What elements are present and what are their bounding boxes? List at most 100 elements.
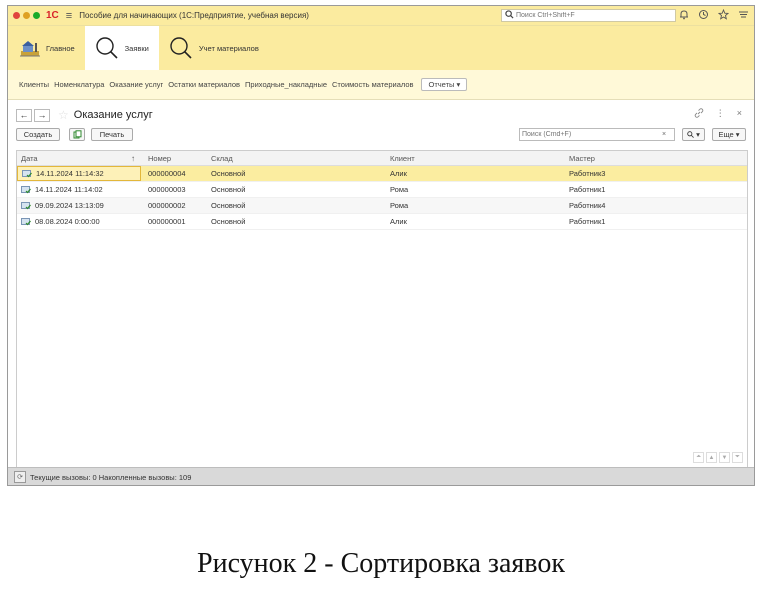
document-posted-icon xyxy=(22,169,32,178)
column-header-master[interactable]: Мастер xyxy=(562,154,742,163)
title-bar: 1С ≡ Пособие для начинающих (1С:Предприя… xyxy=(8,6,754,25)
close-icon[interactable]: × xyxy=(737,108,742,120)
server-calls-icon[interactable]: ⟳ xyxy=(14,471,26,483)
number-cell: 000000004 xyxy=(148,169,186,178)
table-row[interactable]: 08.08.2024 0:00:00 000000001 Основной Ал… xyxy=(17,214,747,230)
app-window: 1С ≡ Пособие для начинающих (1С:Предприя… xyxy=(7,5,755,486)
create-button[interactable]: Создать xyxy=(16,128,60,141)
services-form: ← → ☆ Оказание услуг ⋮ × Создать Печать … xyxy=(8,100,754,468)
master-cell: Работник1 xyxy=(569,185,606,194)
number-cell: 000000001 xyxy=(148,217,186,226)
master-cell: Работник1 xyxy=(569,217,606,226)
number-cell: 000000002 xyxy=(148,201,186,210)
titlebar-icons xyxy=(679,8,749,23)
client-cell: Рома xyxy=(390,185,409,194)
global-search-input[interactable] xyxy=(516,12,666,19)
form-actions: ⋮ × xyxy=(694,108,742,120)
func-link-material-cost[interactable]: Стоимость материалов xyxy=(332,80,413,89)
search-icon xyxy=(169,36,193,60)
list-search[interactable]: × xyxy=(519,128,675,141)
section-label: Учет материалов xyxy=(198,43,259,53)
section-label: Главное xyxy=(46,43,75,53)
find-button[interactable]: ▾ xyxy=(682,128,705,141)
section-main[interactable]: Главное xyxy=(8,26,85,70)
global-search[interactable] xyxy=(501,9,676,22)
more-button[interactable]: Еще ▾ xyxy=(712,128,746,141)
scroll-down-button[interactable]: ▼ xyxy=(719,452,730,463)
master-cell: Работник4 xyxy=(569,201,606,210)
app-title: Пособие для начинающих (1С:Предприятие, … xyxy=(79,11,309,20)
logo-1c: 1С xyxy=(46,10,59,21)
more-vertical-icon[interactable]: ⋮ xyxy=(716,108,725,120)
scroll-bottom-button[interactable]: ⏷ xyxy=(732,452,743,463)
section-requests[interactable]: Заявки xyxy=(84,26,159,70)
status-bar: ⟳ Текущие вызовы: 0 Накопленные вызовы: … xyxy=(8,467,754,485)
chevron-down-icon: ▾ xyxy=(696,130,700,139)
func-link-clients[interactable]: Клиенты xyxy=(19,80,49,89)
date-cell: 08.08.2024 0:00:00 xyxy=(17,214,141,229)
func-link-material-balance[interactable]: Остатки материалов xyxy=(168,80,240,89)
section-label: Заявки xyxy=(124,43,149,53)
warehouse-cell: Основной xyxy=(211,217,246,226)
reports-button[interactable]: Отчеты ▾ xyxy=(421,78,468,91)
table-row[interactable]: 14.11.2024 11:14:02 000000003 Основной Р… xyxy=(17,182,747,198)
search-input[interactable] xyxy=(520,131,660,138)
table-row[interactable]: 09.09.2024 13:13:09 000000002 Основной Р… xyxy=(17,198,747,214)
history-icon[interactable] xyxy=(698,9,709,23)
scroll-top-button[interactable]: ⏶ xyxy=(693,452,704,463)
maximize-window-button[interactable] xyxy=(33,12,40,19)
main-menu-icon[interactable]: ≡ xyxy=(66,10,72,22)
copy-icon xyxy=(73,130,81,139)
favorite-star-icon[interactable]: ☆ xyxy=(58,108,69,122)
document-posted-icon xyxy=(21,201,31,210)
settings-menu-icon[interactable] xyxy=(738,9,749,23)
scroll-up-button[interactable]: ▲ xyxy=(706,452,717,463)
warehouse-cell: Основной xyxy=(211,185,246,194)
link-icon[interactable] xyxy=(694,108,704,120)
window-controls xyxy=(13,12,40,19)
column-header-client[interactable]: Клиент xyxy=(383,154,562,163)
clear-search-icon[interactable]: × xyxy=(662,131,666,138)
status-text: Текущие вызовы: 0 Накопленные вызовы: 10… xyxy=(30,472,192,482)
favorites-star-icon[interactable] xyxy=(717,8,730,23)
search-icon xyxy=(687,131,694,138)
services-table: Дата ↑ Номер Склад Клиент Мастер 14.11.20… xyxy=(16,150,748,468)
func-link-invoices[interactable]: Приходные_накладные xyxy=(245,80,327,89)
house-icon xyxy=(18,37,40,59)
column-header-number[interactable]: Номер xyxy=(141,154,204,163)
copy-button[interactable] xyxy=(69,128,85,141)
number-cell: 000000003 xyxy=(148,185,186,194)
minimize-window-button[interactable] xyxy=(23,12,30,19)
warehouse-cell: Основной xyxy=(211,169,246,178)
reports-label: Отчеты xyxy=(428,80,455,89)
back-button[interactable]: ← xyxy=(16,108,32,122)
sort-ascending-icon: ↑ xyxy=(131,153,135,163)
chevron-down-icon: ▾ xyxy=(735,130,740,139)
chevron-down-icon: ▾ xyxy=(456,80,461,89)
document-posted-icon xyxy=(21,217,31,226)
close-window-button[interactable] xyxy=(13,12,20,19)
form-toolbar: Создать Печать × ▾ Еще ▾ xyxy=(16,128,748,142)
section-materials[interactable]: Учет материалов xyxy=(159,26,269,70)
forward-button[interactable]: → xyxy=(34,108,50,122)
sections-panel: Главное Заявки Учет материалов xyxy=(8,25,754,70)
table-row[interactable]: 14.11.2024 11:14:32 000000004 Основной А… xyxy=(17,166,747,182)
scroll-controls: ⏶ ▲ ▼ ⏷ xyxy=(693,452,743,463)
client-cell: Рома xyxy=(390,201,409,210)
figure-caption: Рисунок 2 - Сортировка заявок xyxy=(197,548,565,579)
notifications-icon[interactable] xyxy=(679,9,689,23)
column-header-warehouse[interactable]: Склад xyxy=(204,154,383,163)
column-header-date[interactable]: Дата ↑ xyxy=(17,151,141,165)
more-label: Еще xyxy=(718,130,734,139)
page-title: Оказание услуг xyxy=(73,109,153,121)
client-cell: Алик xyxy=(390,217,407,226)
func-link-nomenclature[interactable]: Номенклатура xyxy=(54,80,104,89)
client-cell: Алик xyxy=(390,169,407,178)
func-link-services[interactable]: Оказание услуг xyxy=(109,80,163,89)
print-button[interactable]: Печать xyxy=(91,128,133,141)
warehouse-cell: Основной xyxy=(211,201,246,210)
form-header: ← → ☆ Оказание услуг xyxy=(16,108,153,122)
function-bar: Клиенты Номенклатура Оказание услуг Оста… xyxy=(8,70,754,100)
document-posted-icon xyxy=(21,185,31,194)
master-cell: Работник3 xyxy=(569,169,606,178)
